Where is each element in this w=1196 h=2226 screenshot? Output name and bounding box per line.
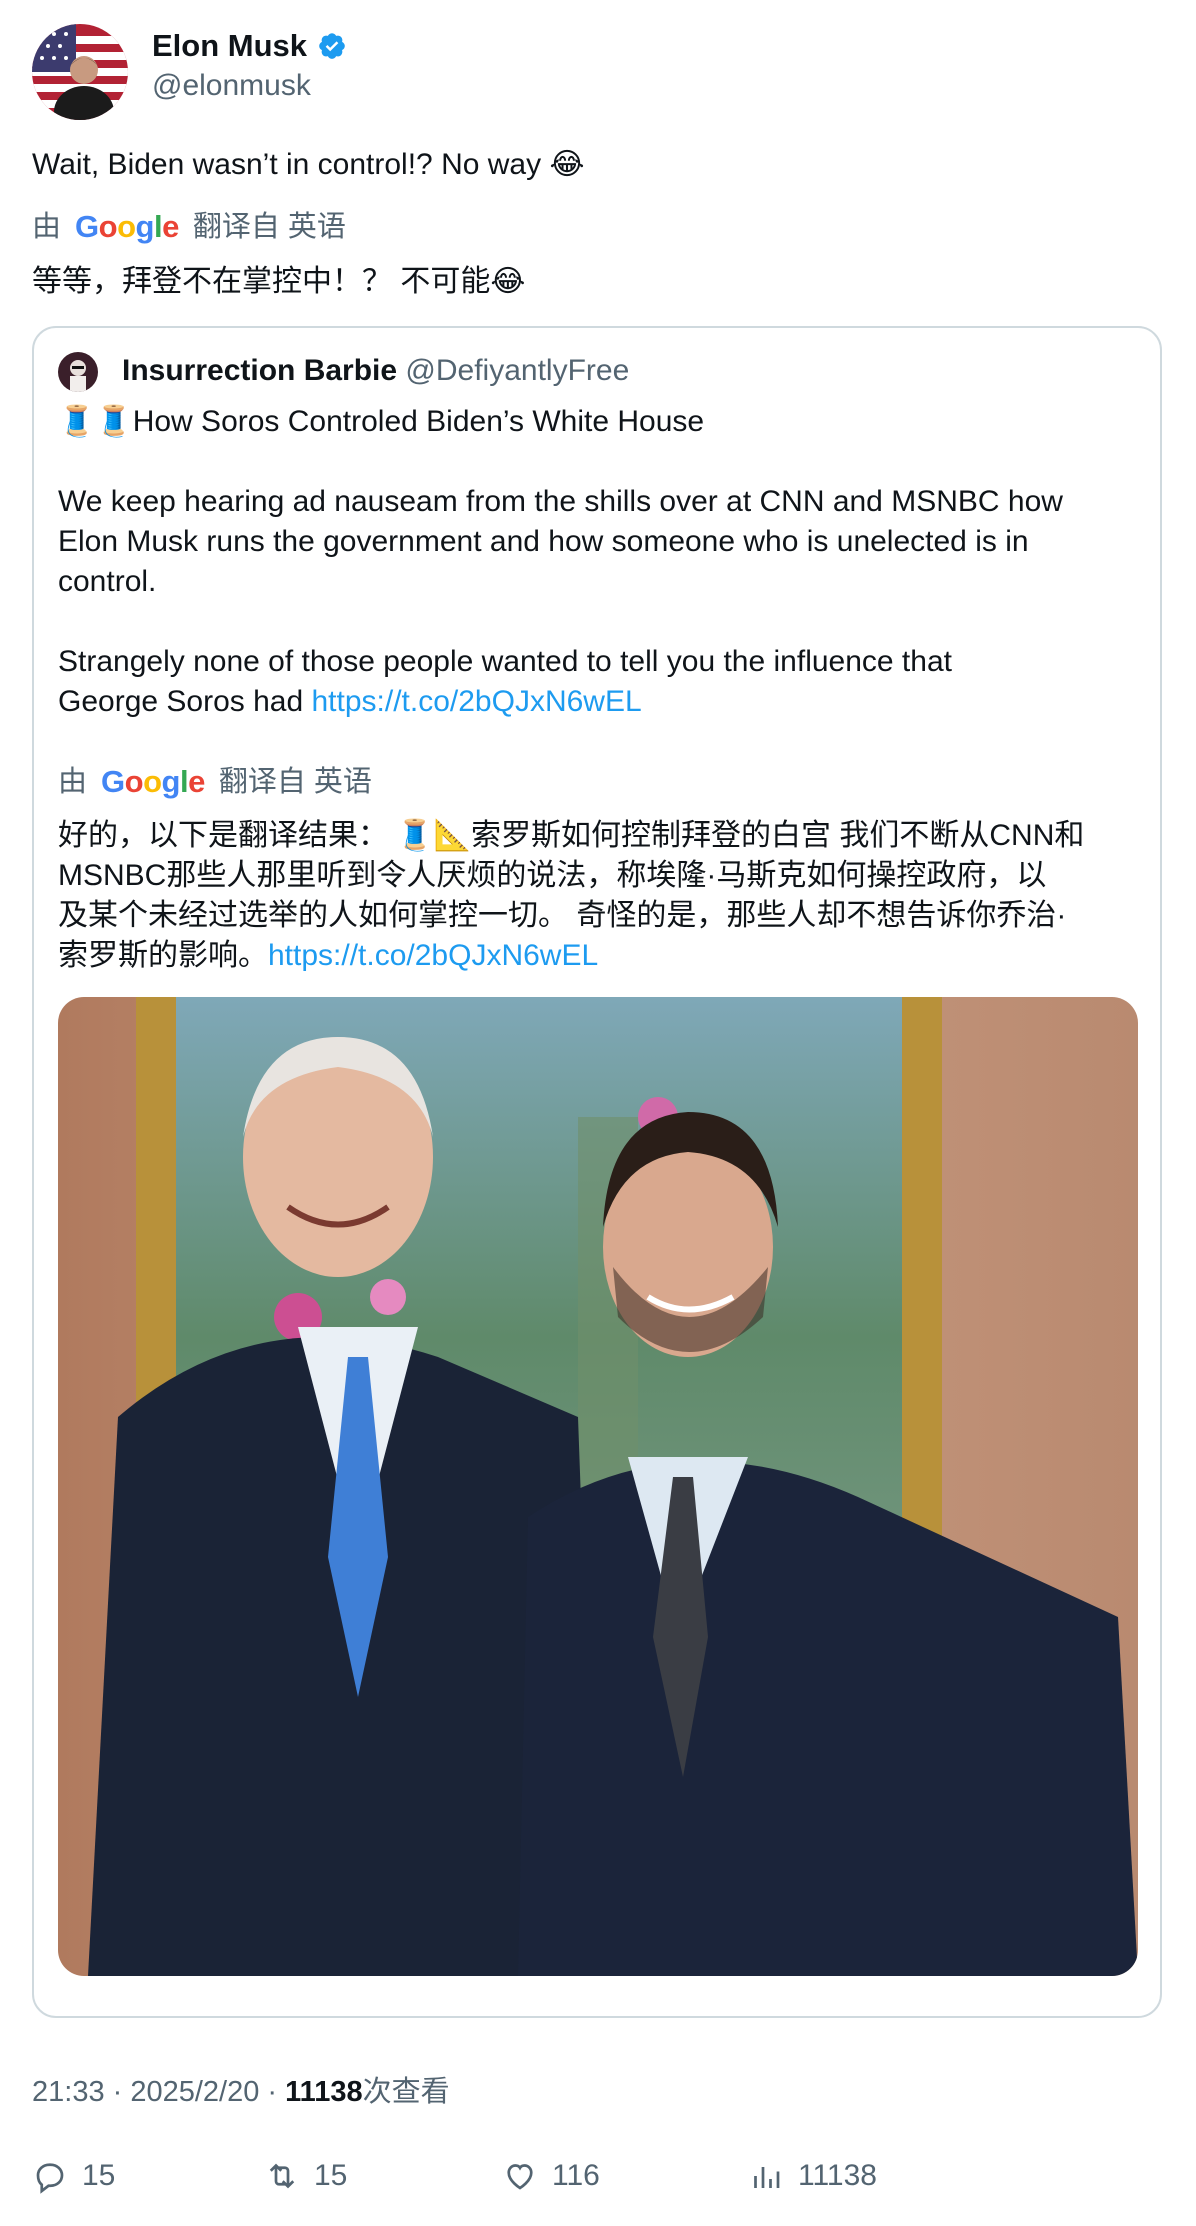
reply-button[interactable]: 15 xyxy=(32,2158,115,2194)
quoted-google-logo-icon: Google xyxy=(101,764,205,799)
quoted-author-header[interactable]: Insurrection Barbie @DefiyantlyFree xyxy=(122,350,629,392)
tweet-timestamp[interactable]: 21:33 · 2025/2/20 · xyxy=(32,2076,285,2108)
quoted-author-name[interactable]: Insurrection Barbie xyxy=(122,354,397,387)
quoted-para2-line1: Strangely none of those people wanted to… xyxy=(58,645,952,678)
tweet-meta: 21:33 · 2025/2/20 · 11138次查看 xyxy=(32,2072,450,2112)
tweet-actions-bar: 15 15 116 11138 xyxy=(32,2158,1162,2206)
quoted-translation-link[interactable]: https://t.co/2bQJxN6wEL xyxy=(268,939,598,972)
quoted-translated-from-label: 翻译自 英语 xyxy=(218,766,372,798)
google-logo-icon: Google xyxy=(75,209,179,244)
quoted-para2-line2: George Soros had https://t.co/2bQJxN6wEL xyxy=(58,682,642,722)
translated-from-label: 翻译自 英语 xyxy=(192,211,346,243)
quoted-translation-attribution[interactable]: 由 Google 翻译自 英语 xyxy=(58,762,372,802)
translation-by-label: 由 xyxy=(32,211,62,243)
reply-icon xyxy=(36,2163,64,2194)
views-count: 11138 xyxy=(798,2159,877,2192)
translation-attribution[interactable]: 由 Google 翻译自 英语 xyxy=(32,207,346,247)
quoted-translation-line1: 好的，以下是翻译结果： 🧵📐索罗斯如何控制拜登的白宫 我们不断从CNN和 xyxy=(58,819,1085,852)
quoted-para1-line1: We keep hearing ad nauseam from the shil… xyxy=(58,485,1063,518)
like-count: 116 xyxy=(552,2159,600,2192)
quoted-title: 🧵🧵How Soros Controled Biden’s White Hous… xyxy=(58,405,705,438)
quoted-translation-text: 索罗斯的影响。 xyxy=(58,939,268,972)
views-button[interactable]: 11138 xyxy=(748,2158,877,2194)
repost-icon xyxy=(269,2163,295,2189)
quoted-translation-line2: MSNBC那些人那里听到令人厌烦的说法，称埃隆·马斯克如何操控政府，以 xyxy=(58,859,1047,892)
like-button[interactable]: 116 xyxy=(502,2158,600,2194)
verified-badge-icon xyxy=(317,31,347,61)
quoted-author-avatar[interactable] xyxy=(58,352,98,392)
reply-count: 15 xyxy=(82,2159,116,2192)
quoted-translation-line3: 及某个未经过选举的人如何掌控一切。 奇怪的是，那些人却不想告诉你乔治· xyxy=(58,899,1067,932)
quoted-para1-line3: control. xyxy=(58,565,157,598)
author-name[interactable]: Elon Musk xyxy=(152,26,347,66)
quoted-translation-by-label: 由 xyxy=(58,766,88,798)
quoted-link[interactable]: https://t.co/2bQJxN6wEL xyxy=(312,685,642,718)
repost-count: 15 xyxy=(314,2159,348,2192)
tweet-view-label: 次查看 xyxy=(362,2076,450,2108)
repost-button[interactable]: 15 xyxy=(264,2158,347,2194)
quoted-translation-line4: 索罗斯的影响。https://t.co/2bQJxN6wEL xyxy=(58,936,598,976)
analytics-icon xyxy=(754,2167,780,2188)
quoted-media-photo[interactable] xyxy=(58,997,1138,1976)
author-avatar[interactable] xyxy=(32,24,128,120)
tweet-text: Wait, Biden wasn’t in control!? No way 😂 xyxy=(32,148,585,181)
tweet-view-count: 11138 xyxy=(285,2076,363,2108)
quoted-author-handle[interactable]: @DefiyantlyFree xyxy=(405,354,629,387)
author-handle[interactable]: @elonmusk xyxy=(152,66,311,106)
author-name-text[interactable]: Elon Musk xyxy=(152,26,307,66)
quoted-para2-text: George Soros had xyxy=(58,685,312,718)
translated-tweet-text: 等等，拜登不在掌控中！？ 不可能😂 xyxy=(32,265,526,298)
quoted-para1-line2: Elon Musk runs the government and how so… xyxy=(58,525,1029,558)
heart-icon xyxy=(507,2164,533,2190)
